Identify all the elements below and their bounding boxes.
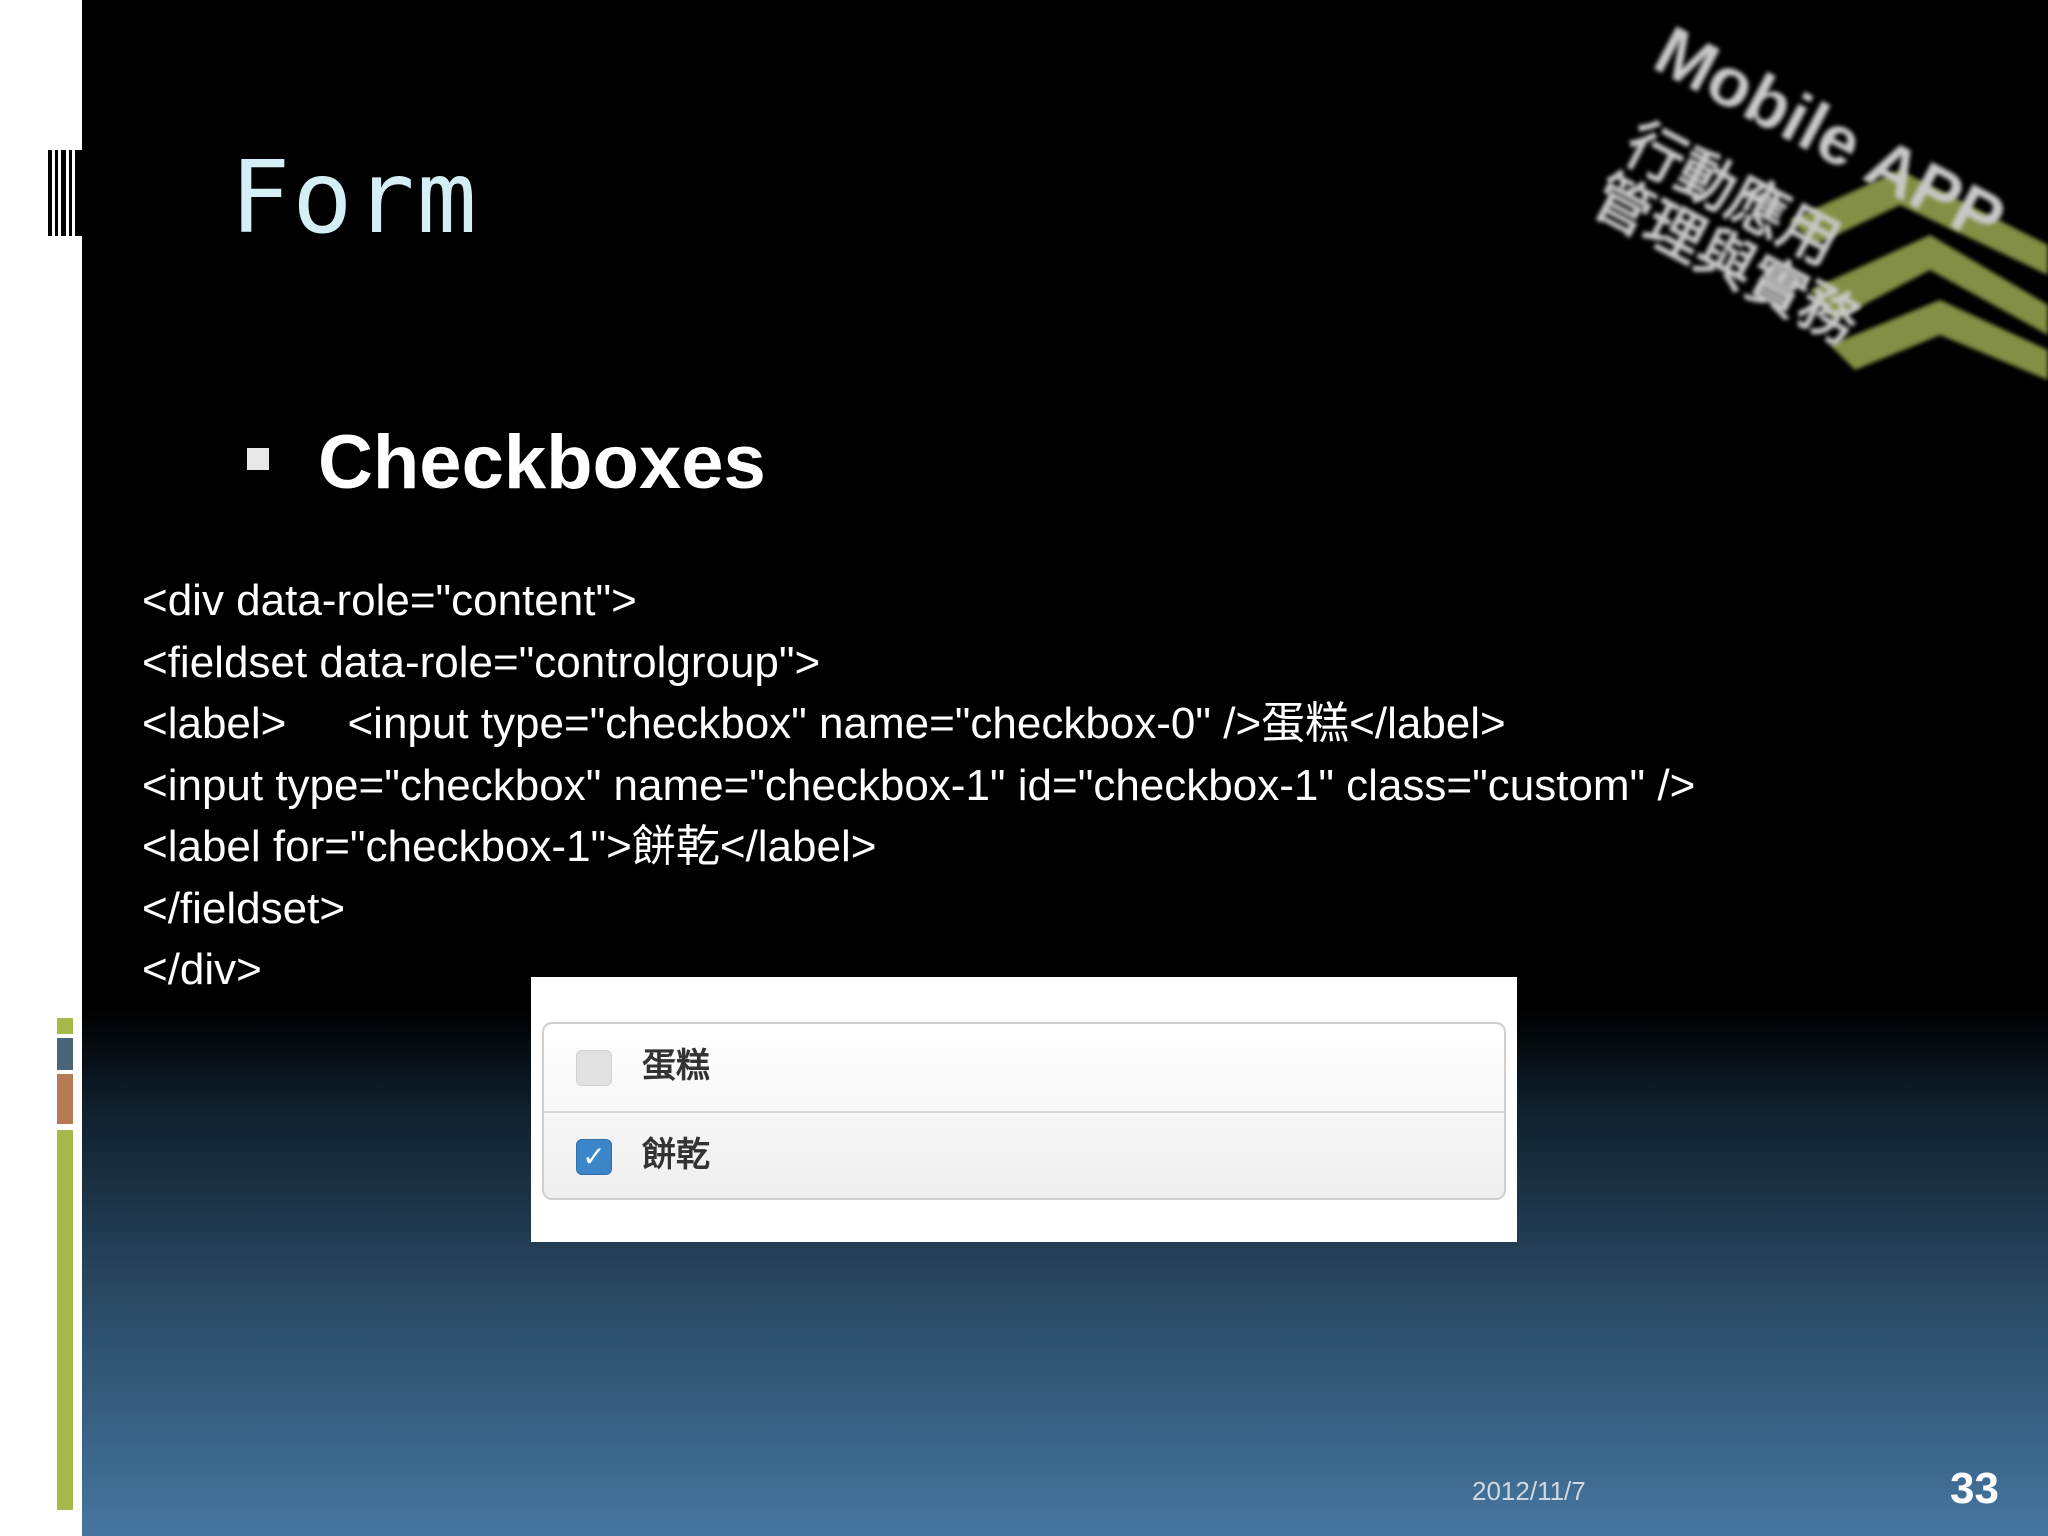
checkbox-checked-icon[interactable]: ✓ <box>576 1139 612 1175</box>
checkbox-label: 蛋糕 <box>642 1046 710 1086</box>
checkbox-label: 餅乾 <box>642 1135 710 1175</box>
slide-page-number: 33 <box>1950 1464 1999 1513</box>
code-line: <fieldset data-role="controlgroup"> <box>142 637 821 687</box>
code-block: <div data-role="content"> <fieldset data… <box>142 570 1695 1001</box>
code-line: </fieldset> <box>142 883 346 933</box>
checkbox-preview-screenshot: 蛋糕 ✓ 餅乾 <box>531 977 1517 1242</box>
checkbox-row-biscuit[interactable]: ✓ 餅乾 <box>544 1111 1504 1198</box>
code-line: <label for="checkbox-1">餅乾</label> <box>142 822 877 871</box>
course-logo: Mobile APP 行動應用 管理與實務 <box>1582 0 2048 410</box>
accent-block-green <box>57 1130 73 1510</box>
accent-block-brown <box>57 1074 73 1124</box>
accent-block-green-top <box>57 1018 73 1034</box>
code-line: <div data-role="content"> <box>142 576 637 625</box>
code-line: <input type="checkbox" name="checkbox-1"… <box>142 760 1696 810</box>
checkbox-row-cake[interactable]: 蛋糕 <box>544 1024 1504 1110</box>
bullet-marker <box>247 448 269 470</box>
checkbox-unchecked-icon[interactable] <box>576 1050 612 1086</box>
slide-date: 2012/11/7 <box>1472 1476 1586 1506</box>
slide-title: Form <box>230 139 479 256</box>
barcode-decoration <box>48 150 82 236</box>
checkbox-controlgroup: 蛋糕 ✓ 餅乾 <box>542 1022 1506 1200</box>
code-line: <label> <input type="checkbox" name="che… <box>142 699 1506 748</box>
accent-block-slate <box>57 1038 73 1070</box>
bullet-heading: Checkboxes <box>318 420 766 505</box>
